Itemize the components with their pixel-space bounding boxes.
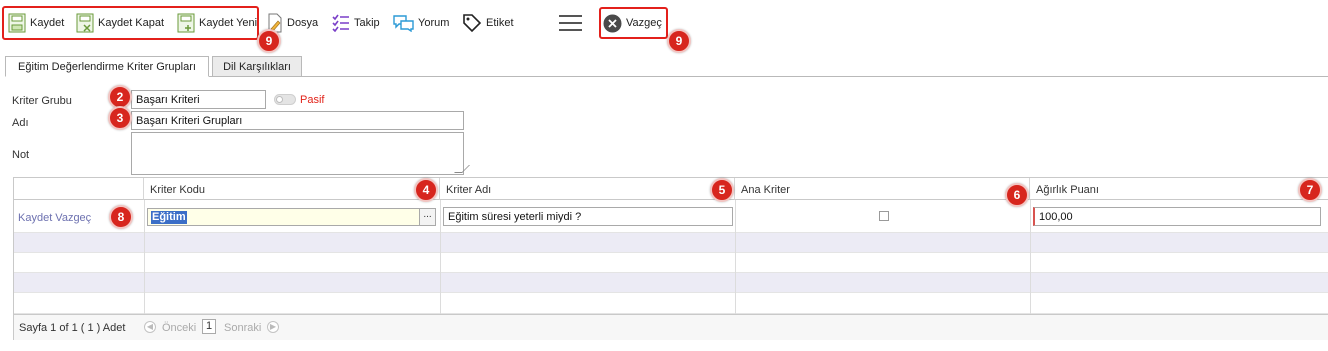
tab-criteria-groups-label: Eğitim Değerlendirme Kriter Grupları	[18, 60, 196, 73]
tab-language-label: Dil Karşılıkları	[223, 60, 291, 73]
criteria-grid: Kriter Kodu Kriter Adı Ana Kriter Ağırlı…	[13, 177, 1328, 340]
col-divider	[1030, 200, 1031, 314]
header-main-label: Ana Kriter	[741, 184, 790, 196]
edit-actions-links[interactable]: Kaydet Vazgeç	[18, 212, 91, 224]
follow-button[interactable]: Takip	[332, 10, 380, 36]
code-value: Eğitim	[151, 211, 187, 224]
next-page-link[interactable]: Sonraki	[224, 322, 261, 334]
header-weight[interactable]: Ağırlık Puanı	[1030, 178, 1328, 200]
file-label: Dosya	[287, 17, 319, 29]
comment-label: Yorum	[418, 17, 450, 29]
note-textarea[interactable]	[131, 132, 470, 175]
comment-icon	[393, 15, 414, 32]
follow-label: Takip	[354, 17, 380, 29]
pager: Sayfa 1 of 1 ( 1 ) Adet ◀ Önceki 1 Sonra…	[14, 314, 1328, 340]
current-page[interactable]: 1	[202, 319, 216, 334]
save-buttons-highlight	[2, 6, 259, 40]
marker-7: 7	[1298, 178, 1322, 202]
prev-arrow-icon[interactable]: ◀	[144, 321, 156, 333]
header-code-label: Kriter Kodu	[150, 184, 206, 196]
marker-6: 6	[1005, 183, 1029, 207]
marker-5: 5	[710, 178, 734, 202]
next-arrow-icon[interactable]: ▶	[267, 321, 279, 333]
header-name-label: Kriter Adı	[446, 184, 492, 196]
weight-input[interactable]: 100,00	[1033, 207, 1321, 226]
tag-icon	[463, 14, 482, 33]
table-row	[14, 273, 1328, 293]
tag-label: Etiket	[486, 17, 514, 29]
table-row	[14, 253, 1328, 273]
header-main[interactable]: Ana Kriter	[735, 178, 1030, 200]
toggle-knob	[276, 96, 283, 103]
pager-summary: Sayfa 1 of 1 ( 1 ) Adet	[19, 322, 126, 334]
resize-grip-icon[interactable]	[454, 165, 470, 173]
name-input[interactable]: Başarı Kriteri Grupları	[131, 111, 464, 130]
main-criterion-checkbox[interactable]	[879, 211, 889, 221]
status-toggle[interactable]	[274, 94, 296, 105]
note-label: Not	[12, 149, 30, 161]
criteria-name-input[interactable]: Eğitim süresi yeterli miydi ?	[443, 207, 733, 226]
header-code[interactable]: Kriter Kodu	[144, 178, 440, 200]
header-weight-label: Ağırlık Puanı	[1036, 184, 1099, 196]
table-row	[14, 293, 1328, 314]
tab-criteria-groups[interactable]: Eğitim Değerlendirme Kriter Grupları	[5, 56, 209, 77]
menu-icon[interactable]	[559, 15, 582, 36]
col-divider	[144, 200, 145, 314]
header-actions	[14, 178, 144, 200]
group-label: Kriter Grubu	[12, 95, 72, 107]
cancel-highlight	[599, 7, 668, 39]
checklist-icon	[332, 14, 349, 32]
table-row	[14, 233, 1328, 253]
marker-3: 3	[108, 106, 132, 130]
tab-language[interactable]: Dil Karşılıkları	[212, 56, 302, 77]
col-divider	[440, 200, 441, 314]
col-divider	[735, 200, 736, 314]
marker-9-save: 9	[257, 29, 281, 53]
marker-9-cancel: 9	[667, 29, 691, 53]
marker-8: 8	[109, 205, 133, 229]
comment-button[interactable]: Yorum	[393, 10, 449, 36]
group-input[interactable]: Başarı Kriteri	[131, 90, 266, 109]
ellipsis-icon[interactable]: ...	[419, 209, 435, 225]
marker-4: 4	[414, 178, 438, 202]
tag-button[interactable]: Etiket	[462, 10, 514, 36]
code-dropdown[interactable]: Eğitim ...	[147, 208, 436, 226]
status-label: Pasif	[300, 94, 325, 106]
name-label: Adı	[12, 117, 29, 129]
header-name[interactable]: Kriter Adı	[440, 178, 735, 200]
prev-page-link[interactable]: Önceki	[162, 322, 196, 334]
